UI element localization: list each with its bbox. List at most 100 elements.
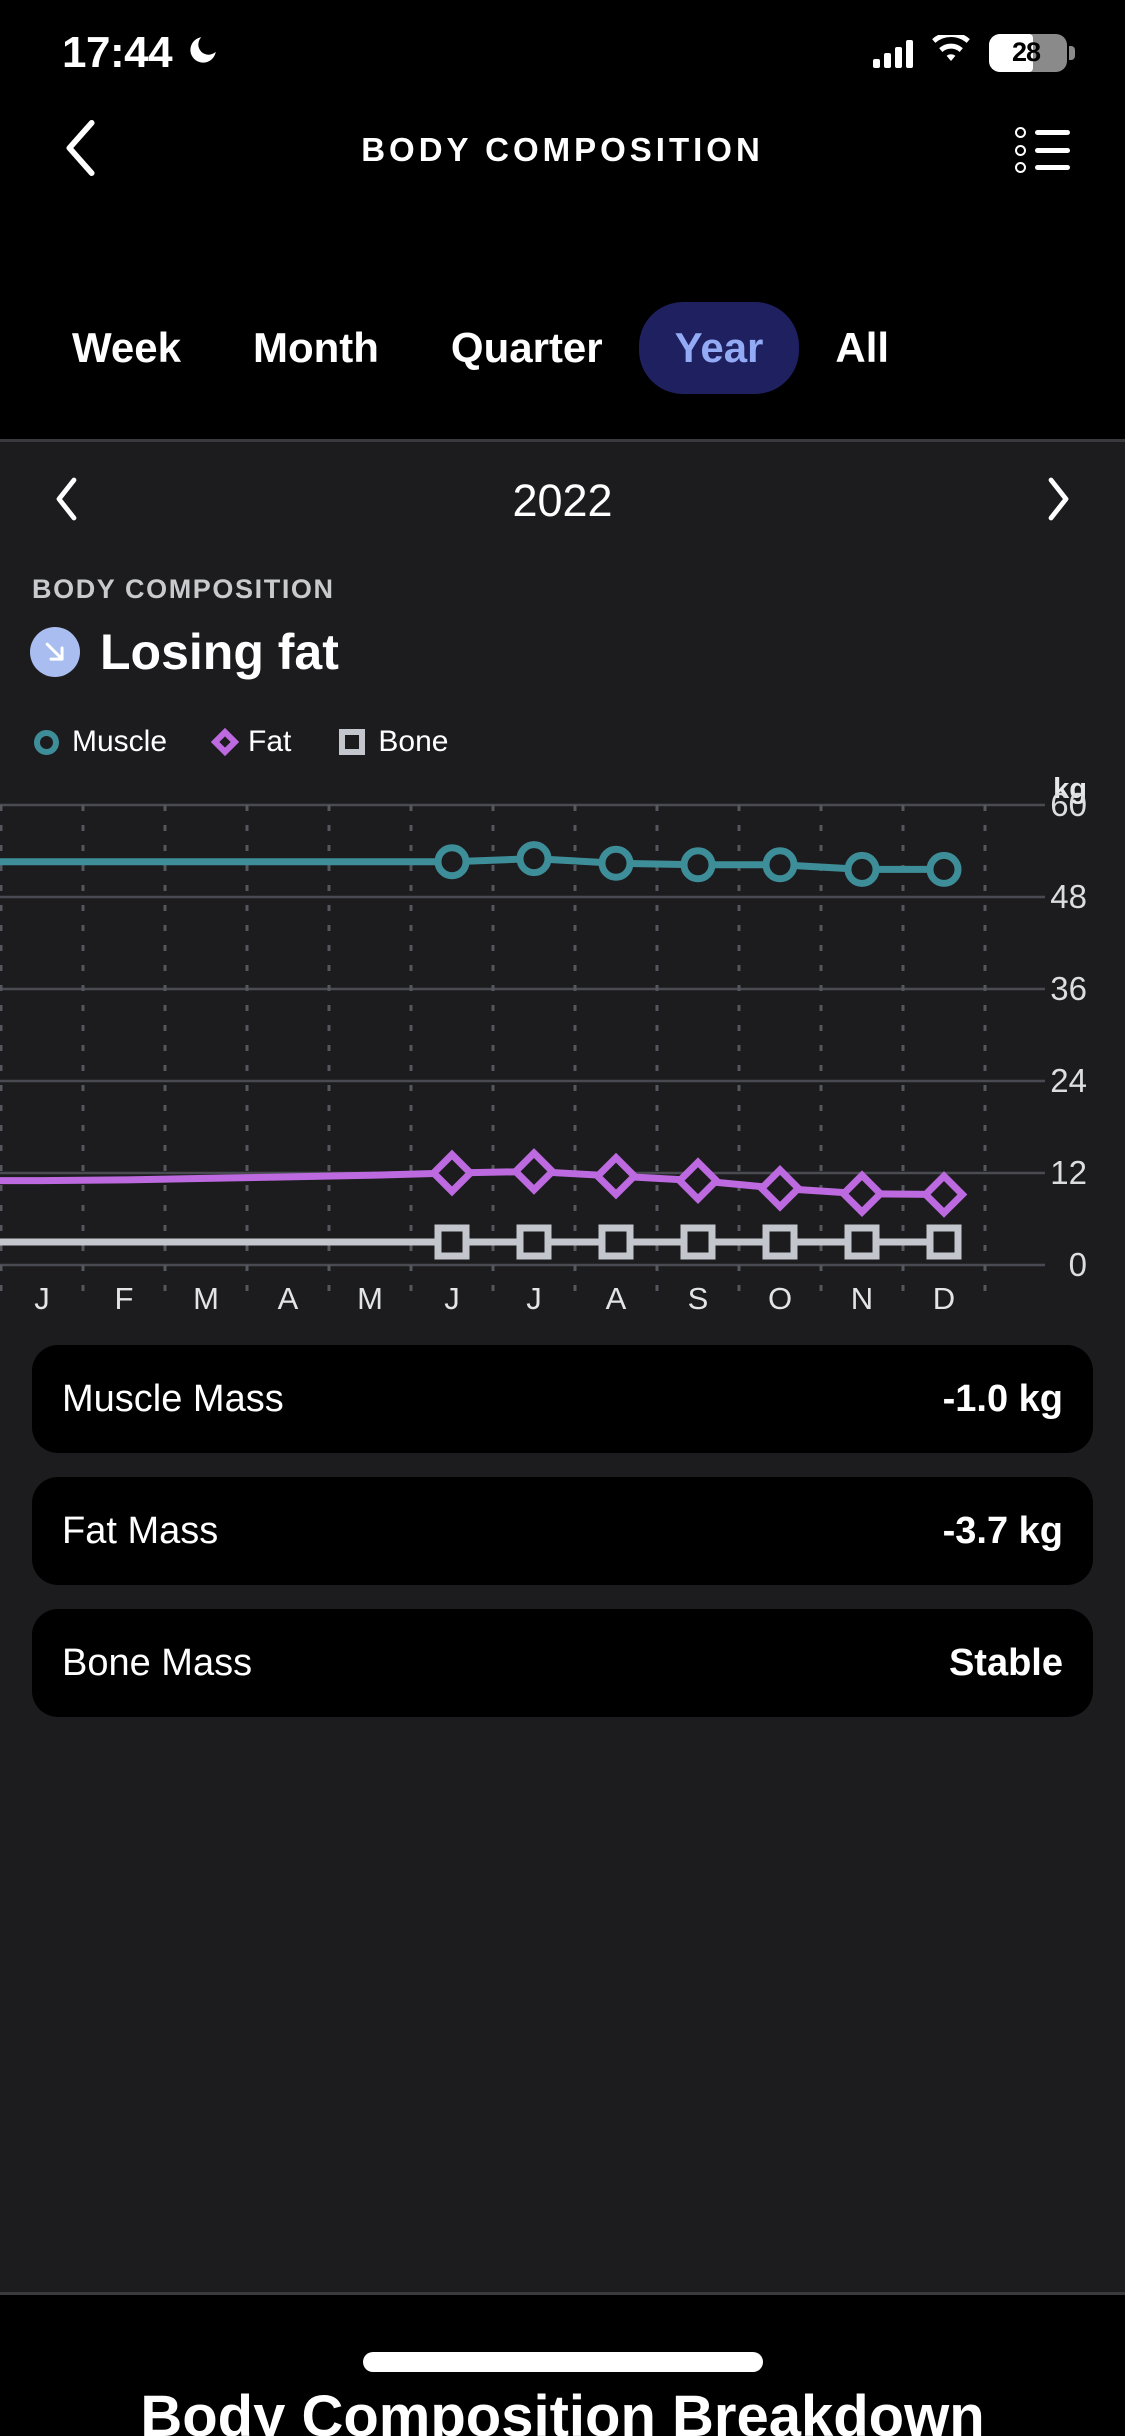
chart-marker-bone[interactable] — [762, 1224, 798, 1260]
chart-line-muscle — [0, 855, 948, 873]
status-bar-right: 28 — [873, 32, 1075, 72]
tab-year[interactable]: Year — [638, 301, 800, 394]
summary-card[interactable]: Muscle Mass -1.0 kg — [32, 1345, 1093, 1453]
bottom-sheet-title: Body Composition Breakdown — [140, 2384, 985, 2436]
app-screen: 17:44 28 BODY COMPOSITION Week Month Qua… — [0, 0, 1125, 2436]
chart-xtick-label: F — [114, 1281, 134, 1316]
chart-xtick-label: J — [444, 1281, 460, 1316]
legend-item-bone: Bone — [339, 725, 448, 759]
period-navigator: 2022 — [0, 442, 1125, 560]
summary-card-label: Bone Mass — [62, 1641, 253, 1684]
wifi-icon — [931, 32, 971, 70]
chart-xtick-label: O — [767, 1281, 793, 1316]
chart-marker-bone[interactable] — [516, 1224, 552, 1260]
menu-dash — [1035, 147, 1070, 153]
chart-marker-bone[interactable] — [844, 1224, 880, 1260]
body-composition-chart[interactable]: 0 12 24 36 48 60 J F M A M J J A S O N D — [0, 775, 1125, 1335]
chart-marker-muscle[interactable] — [680, 847, 716, 883]
legend-item-muscle: Muscle — [34, 725, 167, 759]
status-bar-clock: 17:44 — [62, 27, 173, 77]
tab-month[interactable]: Month — [217, 302, 415, 394]
tab-all[interactable]: All — [799, 302, 925, 394]
summary-card[interactable]: Fat Mass -3.7 kg — [32, 1477, 1093, 1585]
trend-headline-text: Losing fat — [100, 624, 339, 680]
chart-marker-muscle[interactable] — [598, 845, 634, 881]
chart-marker-muscle[interactable] — [434, 844, 470, 880]
legend-label: Fat — [248, 725, 292, 758]
chart-xtick-label: J — [526, 1281, 542, 1316]
chart-marker-fat[interactable] — [756, 1164, 804, 1212]
previous-period-button[interactable] — [32, 466, 102, 536]
battery-indicator: 28 — [989, 33, 1075, 72]
summary-card-value: Stable — [948, 1641, 1063, 1684]
chart-ytick-label: 60 — [1050, 786, 1087, 823]
chart-xtick-label: D — [932, 1281, 956, 1316]
chart-marker-bone[interactable] — [598, 1224, 634, 1260]
status-bar-left: 17:44 — [62, 28, 220, 78]
menu-dash — [1035, 165, 1070, 170]
navigation-bar: BODY COMPOSITION — [0, 105, 1125, 195]
chevron-left-icon — [54, 477, 80, 526]
chart-marker-fat[interactable] — [838, 1170, 886, 1218]
crescent-moon-icon — [186, 33, 220, 72]
chart-marker-fat[interactable] — [428, 1149, 476, 1197]
summary-card[interactable]: Bone Mass Stable — [32, 1609, 1093, 1717]
menu-bullet — [1015, 127, 1026, 138]
menu-line-1 — [1015, 127, 1073, 138]
circle-swatch-icon — [34, 729, 59, 755]
chart-marker-fat[interactable] — [920, 1171, 968, 1218]
square-swatch-icon — [339, 729, 366, 755]
summary-card-label: Muscle Mass — [62, 1377, 284, 1420]
chart-xtick-label: A — [277, 1281, 299, 1316]
chart-legend: Muscle Fat Bone — [34, 725, 1125, 759]
drag-handle-icon[interactable] — [362, 2352, 763, 2372]
period-tab-bar[interactable]: Week Month Quarter Year All — [0, 255, 1125, 440]
chart-xtick-label: J — [34, 1281, 50, 1316]
chevron-right-icon — [1045, 477, 1071, 526]
chart-marker-bone[interactable] — [680, 1224, 716, 1260]
section-kicker: BODY COMPOSITION — [32, 574, 335, 604]
chart-xtick-label: N — [850, 1281, 874, 1316]
battery-percent-label: 28 — [1011, 37, 1041, 67]
chart-canvas — [0, 803, 1045, 1303]
legend-label: Bone — [378, 725, 449, 758]
chart-marker-fat[interactable] — [674, 1157, 722, 1205]
content-scroll-area[interactable]: 2022 BODY COMPOSITION Losing fat Muscle F… — [0, 442, 1125, 2294]
chart-marker-muscle[interactable] — [844, 851, 880, 887]
chart-marker-bone[interactable] — [926, 1224, 962, 1260]
period-label: 2022 — [512, 475, 613, 526]
summary-card-list: Muscle Mass -1.0 kg Fat Mass -3.7 kg Bone Ma… — [0, 1345, 1125, 1717]
chart-legend-row: Muscle Fat Bone kg — [0, 725, 1125, 805]
chart-ytick-label: 12 — [1050, 1154, 1087, 1191]
menu-line-3 — [1015, 162, 1073, 173]
tab-quarter[interactable]: Quarter — [415, 302, 639, 394]
next-period-button[interactable] — [1023, 466, 1093, 536]
diamond-swatch-icon — [210, 727, 240, 757]
chart-xtick-label: M — [193, 1281, 219, 1316]
chart-marker-muscle[interactable] — [762, 847, 798, 883]
chart-xtick-label: A — [605, 1281, 627, 1316]
chart-marker-muscle[interactable] — [516, 841, 552, 877]
chart-marker-muscle[interactable] — [926, 851, 962, 887]
chart-xtick-label: M — [357, 1281, 383, 1316]
menu-line-2 — [1015, 144, 1073, 156]
chart-marker-fat[interactable] — [592, 1152, 640, 1200]
cellular-bars-icon — [873, 38, 913, 68]
chart-ytick-label: 36 — [1050, 970, 1087, 1007]
bottom-sheet[interactable]: Body Composition Breakdown — [0, 2295, 1125, 2436]
chart-marker-bone[interactable] — [434, 1224, 470, 1260]
summary-card-label: Fat Mass — [62, 1509, 219, 1552]
chart-ytick-label: 48 — [1050, 878, 1087, 915]
tab-week[interactable]: Week — [36, 302, 217, 394]
menu-bullet — [1015, 144, 1026, 156]
summary-card-value: -1.0 kg — [942, 1377, 1063, 1420]
summary-card-value: -3.7 kg — [942, 1509, 1063, 1552]
list-menu-icon[interactable] — [1015, 121, 1073, 179]
page-title: BODY COMPOSITION — [361, 131, 764, 168]
chart-marker-fat[interactable] — [510, 1148, 558, 1195]
back-button[interactable] — [52, 119, 112, 182]
chevron-left-icon — [62, 119, 102, 182]
legend-item-fat: Fat — [210, 725, 292, 759]
trend-headline: Losing fat — [30, 623, 1125, 681]
chart-xtick-label: S — [687, 1281, 709, 1316]
